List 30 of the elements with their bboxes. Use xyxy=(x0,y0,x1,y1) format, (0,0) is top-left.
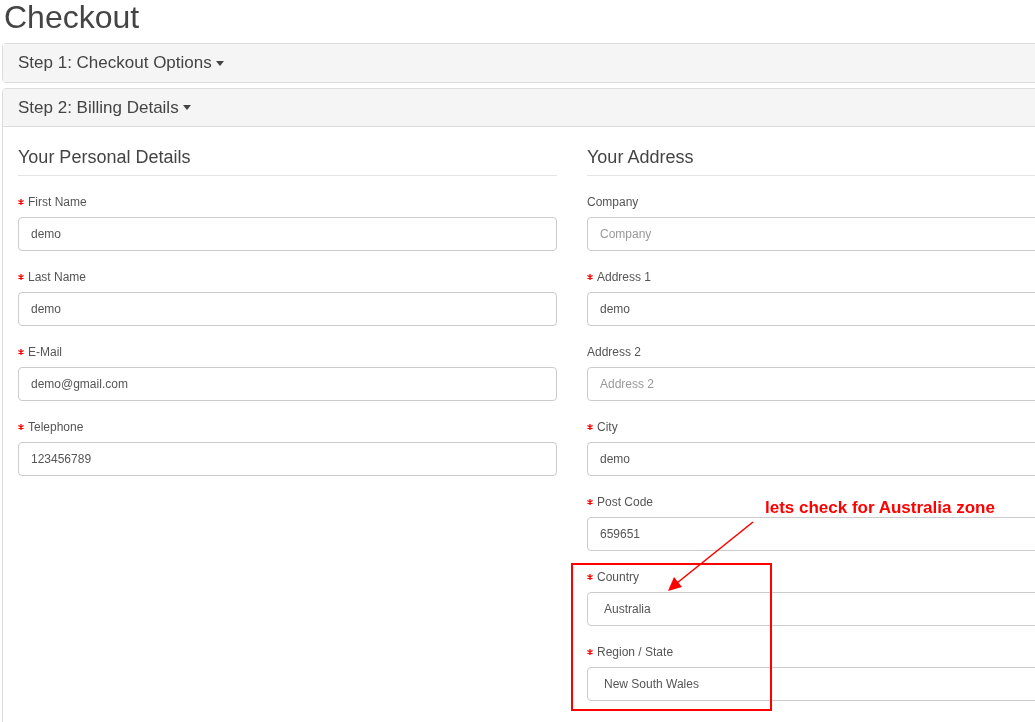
input-field[interactable]: demo xyxy=(587,291,1035,326)
page-title: Checkout xyxy=(4,0,141,33)
field-label: Last Name xyxy=(28,268,87,286)
step-header[interactable]: Step 2: Billing Details xyxy=(3,89,1035,127)
section-heading: Your Personal Details xyxy=(18,147,557,176)
field-label: Address 1 xyxy=(597,268,652,286)
caret-icon xyxy=(182,105,191,110)
field-label: E-Mail xyxy=(28,343,62,361)
field-label: Address 2 xyxy=(587,343,642,361)
input-field[interactable]: demo@gmail.com xyxy=(18,366,557,401)
field-label: Company xyxy=(587,193,639,211)
select-field[interactable]: Australia xyxy=(587,591,1035,626)
field-label: Post Code xyxy=(597,493,654,511)
input-field[interactable]: Address 2 xyxy=(587,366,1035,401)
section-heading: Your Address xyxy=(587,147,1035,176)
field-label: Telephone xyxy=(28,418,84,436)
input-field[interactable]: 123456789 xyxy=(18,441,557,476)
annotation-text: lets check for Australia zone xyxy=(765,497,995,519)
step-header[interactable]: Step 1: Checkout Options xyxy=(3,44,1035,82)
input-field[interactable]: demo xyxy=(18,216,557,251)
input-field[interactable]: 659651 xyxy=(587,516,1035,551)
field-label: City xyxy=(597,418,618,436)
input-field[interactable]: Company xyxy=(587,216,1035,251)
select-field[interactable]: New South Wales xyxy=(587,666,1035,701)
field-label: Country xyxy=(597,568,640,586)
input-field[interactable]: demo xyxy=(587,441,1035,476)
field-label: First Name xyxy=(28,193,87,211)
field-label: Region / State xyxy=(597,643,674,661)
input-field[interactable]: demo xyxy=(18,291,557,326)
caret-icon xyxy=(215,60,224,66)
